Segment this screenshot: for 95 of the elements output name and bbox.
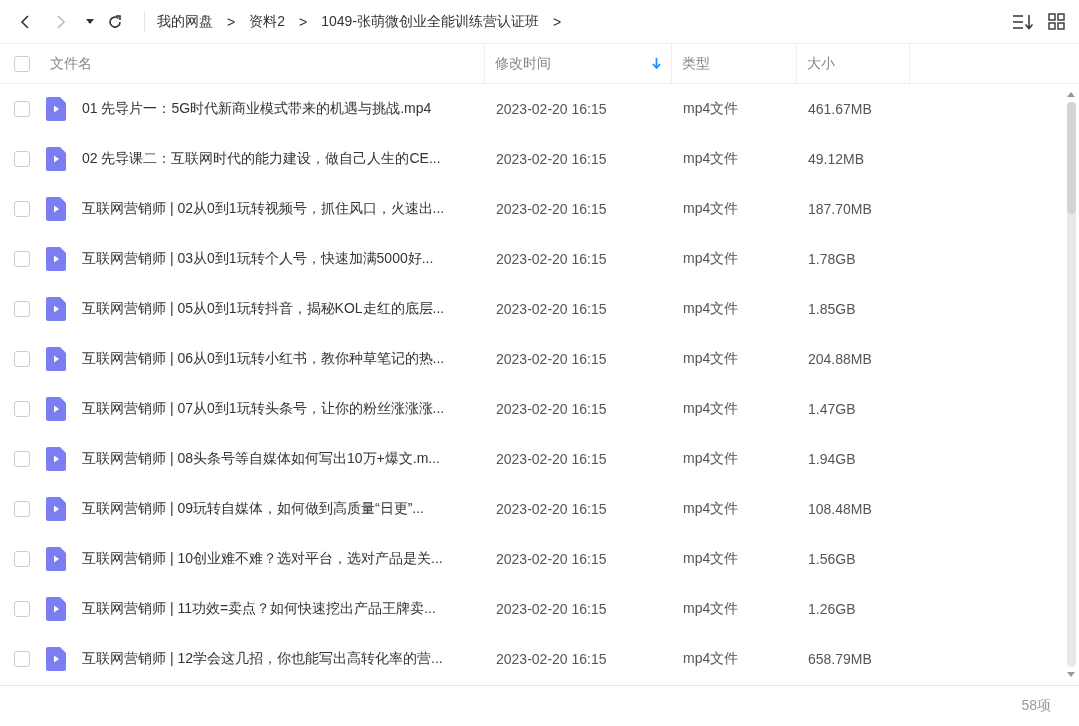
video-file-icon <box>46 647 66 671</box>
row-checkbox[interactable] <box>14 401 30 417</box>
select-all-checkbox[interactable] <box>14 55 30 72</box>
row-checkbox[interactable] <box>14 451 30 467</box>
row-checkbox[interactable] <box>14 551 30 567</box>
row-checkbox[interactable] <box>14 101 30 117</box>
file-name[interactable]: 互联网营销师 | 09玩转自媒体，如何做到高质量“日更”... <box>82 500 424 518</box>
breadcrumb-separator: > <box>299 13 308 30</box>
file-name[interactable]: 互联网营销师 | 10创业难不难？选对平台，选对产品是关... <box>82 550 443 568</box>
column-header[interactable]: 文件名 <box>50 54 92 73</box>
file-name[interactable]: 互联网营销师 | 12学会这几招，你也能写出高转化率的营... <box>82 650 443 668</box>
file-size: 1.85GB <box>808 301 856 317</box>
file-size: 49.12MB <box>808 151 865 167</box>
file-name[interactable]: 互联网营销师 | 11功效=卖点？如何快速挖出产品王牌卖... <box>82 600 436 618</box>
file-type: mp4文件 <box>683 100 739 116</box>
file-type: mp4文件 <box>683 200 739 216</box>
video-file-icon <box>46 97 66 121</box>
modified-time: 2023-02-20 16:15 <box>496 651 607 667</box>
grid-view-icon[interactable] <box>1048 13 1065 30</box>
row-checkbox[interactable] <box>14 501 30 517</box>
video-file-icon <box>46 297 66 321</box>
video-file-icon <box>46 497 66 521</box>
file-type: mp4文件 <box>683 650 739 666</box>
breadcrumb-separator: > <box>553 13 562 30</box>
scrollbar-track[interactable] <box>1066 102 1076 667</box>
file-size: 108.48MB <box>808 501 872 517</box>
video-file-icon <box>46 447 66 471</box>
column-header[interactable]: 大小 <box>807 54 835 73</box>
row-checkbox[interactable] <box>14 301 30 317</box>
scroll-up-icon[interactable] <box>1067 92 1075 97</box>
scrollbar-thumb[interactable] <box>1066 102 1076 214</box>
file-size: 1.47GB <box>808 401 856 417</box>
file-type: mp4文件 <box>683 150 739 166</box>
row-checkbox[interactable] <box>14 351 30 367</box>
row-checkbox[interactable] <box>14 651 30 667</box>
video-file-icon <box>46 397 66 421</box>
file-name[interactable]: 互联网营销师 | 07从0到1玩转头条号，让你的粉丝涨涨涨... <box>82 400 445 418</box>
modified-time: 2023-02-20 16:15 <box>496 301 607 317</box>
file-type: mp4文件 <box>683 300 739 316</box>
sort-icon[interactable] <box>1012 13 1034 30</box>
row-checkbox[interactable] <box>14 251 30 267</box>
modified-time: 2023-02-20 16:15 <box>496 351 607 367</box>
modified-time: 2023-02-20 16:15 <box>496 601 607 617</box>
file-name[interactable]: 互联网营销师 | 06从0到1玩转小红书，教你种草笔记的热... <box>82 350 445 368</box>
refresh-icon[interactable] <box>107 13 123 30</box>
file-name[interactable]: 01 先导片一：5G时代新商业模式带来的机遇与挑战.mp4 <box>82 100 432 118</box>
modified-time: 2023-02-20 16:15 <box>496 151 607 167</box>
file-type: mp4文件 <box>683 400 739 416</box>
column-header[interactable]: 修改时间 <box>495 54 551 73</box>
file-name[interactable]: 02 先导课二：互联网时代的能力建设，做自己人生的CE... <box>82 150 441 168</box>
modified-time: 2023-02-20 16:15 <box>496 451 607 467</box>
scroll-down-icon[interactable] <box>1067 672 1075 677</box>
file-type: mp4文件 <box>683 500 739 516</box>
breadcrumb-link[interactable]: 我的网盘 <box>157 12 213 31</box>
forward-icon[interactable] <box>55 13 67 30</box>
video-file-icon <box>46 597 66 621</box>
item-count: 58项 <box>1021 697 1051 715</box>
file-type: mp4文件 <box>683 350 739 366</box>
file-size: 1.26GB <box>808 601 856 617</box>
file-type: mp4文件 <box>683 600 739 616</box>
video-file-icon <box>46 347 66 371</box>
modified-time: 2023-02-20 16:15 <box>496 251 607 267</box>
file-size: 187.70MB <box>808 201 872 217</box>
row-checkbox[interactable] <box>14 201 30 217</box>
file-size: 1.78GB <box>808 251 856 267</box>
breadcrumb-link[interactable]: 资料2 <box>249 12 285 31</box>
video-file-icon <box>46 147 66 171</box>
breadcrumb-link[interactable]: 1049-张萌微创业全能训练营认证班 <box>321 12 539 31</box>
column-header[interactable]: 类型 <box>682 54 710 73</box>
file-name[interactable]: 互联网营销师 | 08头条号等自媒体如何写出10万+爆文.m... <box>82 450 440 468</box>
file-size: 658.79MB <box>808 651 872 667</box>
dropdown-caret-icon[interactable] <box>86 18 94 25</box>
modified-time: 2023-02-20 16:15 <box>496 501 607 517</box>
file-type: mp4文件 <box>683 250 739 266</box>
modified-time: 2023-02-20 16:15 <box>496 201 607 217</box>
row-checkbox[interactable] <box>14 601 30 617</box>
file-name[interactable]: 互联网营销师 | 05从0到1玩转抖音，揭秘KOL走红的底层... <box>82 300 445 318</box>
file-size: 461.67MB <box>808 101 872 117</box>
file-name[interactable]: 互联网营销师 | 03从0到1玩转个人号，快速加满5000好... <box>82 250 434 268</box>
modified-time: 2023-02-20 16:15 <box>496 101 607 117</box>
file-size: 204.88MB <box>808 351 872 367</box>
file-type: mp4文件 <box>683 450 739 466</box>
file-size: 1.56GB <box>808 551 856 567</box>
file-type: mp4文件 <box>683 550 739 566</box>
breadcrumb-separator: > <box>227 13 236 30</box>
file-size: 1.94GB <box>808 451 856 467</box>
video-file-icon <box>46 547 66 571</box>
row-checkbox[interactable] <box>14 151 30 167</box>
sort-down-icon <box>652 58 661 69</box>
file-name[interactable]: 互联网营销师 | 02从0到1玩转视频号，抓住风口，火速出... <box>82 200 445 218</box>
modified-time: 2023-02-20 16:15 <box>496 401 607 417</box>
modified-time: 2023-02-20 16:15 <box>496 551 607 567</box>
video-file-icon <box>46 197 66 221</box>
video-file-icon <box>46 247 66 271</box>
back-icon[interactable] <box>19 13 31 30</box>
